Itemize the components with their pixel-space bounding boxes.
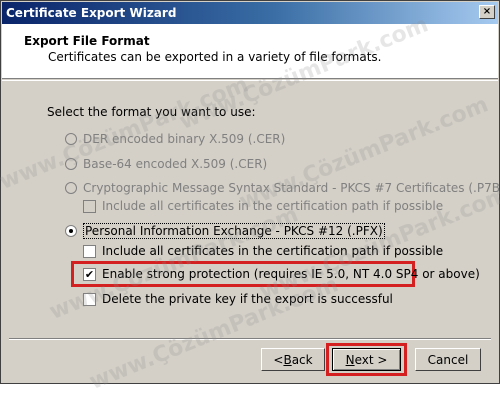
radio-base64-indicator[interactable] [65, 158, 77, 170]
page-title: Export File Format [24, 34, 150, 48]
checkbox-strong-protection[interactable]: ✔ Enable strong protection (requires IE … [83, 267, 480, 281]
checkbox-pfx-include-label: Include all certificates in the certific… [102, 244, 444, 258]
page-subtitle: Certificates can be exported in a variet… [48, 50, 382, 64]
checkbox-delete-key[interactable]: Delete the private key if the export is … [83, 292, 393, 306]
radio-pfx-indicator[interactable] [65, 225, 77, 237]
checkbox-delete-key-label: Delete the private key if the export is … [102, 292, 393, 306]
radio-pkcs7-label: Cryptographic Message Syntax Standard - … [83, 181, 500, 195]
back-button[interactable]: < Back [261, 348, 325, 371]
checkbox-pfx-include[interactable]: Include all certificates in the certific… [83, 244, 443, 258]
back-button-mnemonic: B [283, 352, 292, 367]
checkbox-delete-key-box[interactable] [83, 292, 96, 306]
next-button-rest: ext > [354, 352, 388, 367]
checkbox-pkcs7-include[interactable]: Include all certificates in the certific… [83, 199, 443, 213]
cancel-button[interactable]: Cancel [415, 348, 481, 371]
close-icon[interactable]: × [479, 5, 495, 19]
checkbox-strong-protection-box[interactable]: ✔ [83, 267, 96, 281]
footer-divider [9, 338, 491, 340]
radio-pkcs7[interactable]: Cryptographic Message Syntax Standard - … [65, 181, 500, 195]
checkbox-strong-protection-label: Enable strong protection (requires IE 5.… [102, 267, 480, 281]
radio-pfx-label: Personal Information Exchange - PKCS #12… [83, 223, 385, 239]
radio-der-indicator[interactable] [65, 133, 77, 145]
checkbox-pkcs7-include-label: Include all certificates in the certific… [102, 199, 444, 213]
checkbox-pkcs7-include-box[interactable] [83, 199, 96, 213]
certificate-export-wizard-window: Certificate Export Wizard × Export File … [0, 0, 500, 395]
wizard-header: Export File Format Certificates can be e… [2, 24, 498, 79]
radio-pfx[interactable]: Personal Information Exchange - PKCS #12… [65, 223, 385, 239]
radio-der-label: DER encoded binary X.509 (.CER) [83, 132, 286, 146]
title-bar[interactable]: Certificate Export Wizard × [2, 2, 498, 24]
watermark: www.ÇözümPark.com [235, 92, 492, 215]
watermark: www.ÇözümPark.com [85, 272, 342, 395]
radio-pkcs7-indicator[interactable] [65, 182, 77, 194]
radio-der[interactable]: DER encoded binary X.509 (.CER) [65, 132, 285, 146]
format-prompt: Select the format you want to use: [47, 105, 256, 119]
back-button-prefix: < [273, 352, 284, 367]
window-title: Certificate Export Wizard [6, 6, 177, 20]
back-button-rest: ack [291, 352, 313, 367]
header-divider [2, 80, 498, 81]
next-button[interactable]: Next > [332, 348, 401, 371]
next-button-mnemonic: N [345, 352, 355, 367]
radio-base64[interactable]: Base-64 encoded X.509 (.CER) [65, 157, 267, 171]
radio-base64-label: Base-64 encoded X.509 (.CER) [83, 157, 268, 171]
checkbox-pfx-include-box[interactable] [83, 244, 96, 258]
